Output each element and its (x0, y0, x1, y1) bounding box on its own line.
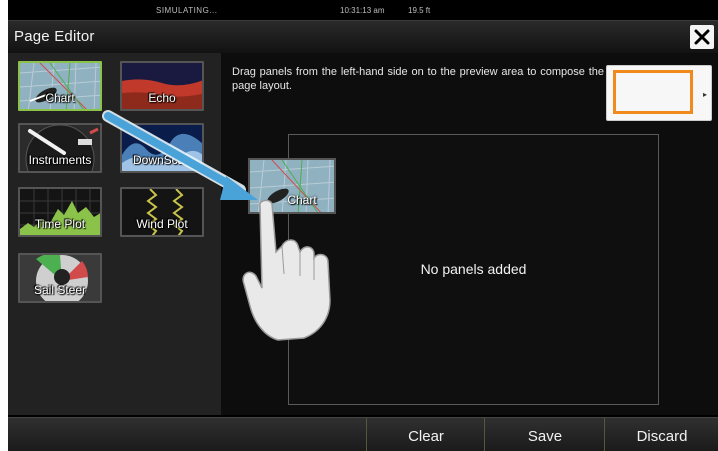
discard-button[interactable]: Discard (604, 418, 718, 451)
instructions-text: Drag panels from the left-hand side on t… (232, 66, 604, 92)
close-icon (694, 29, 710, 45)
panel-tile-chart[interactable]: Chart (18, 61, 102, 111)
panel-label: DownScan (132, 153, 192, 167)
panel-label: Time Plot (34, 217, 86, 231)
panel-tile-sail-steer[interactable]: Sail Steer (18, 253, 102, 303)
panel-tile-instruments[interactable]: Instruments (18, 123, 102, 173)
page-title: Page Editor (14, 28, 95, 45)
empty-preview-message: No panels added (420, 261, 527, 277)
save-button[interactable]: Save (484, 418, 605, 451)
panel-label: Chart (45, 91, 75, 105)
panel-label: Echo (148, 91, 176, 105)
panel-tile-time-plot[interactable]: Time Plot (18, 187, 102, 237)
depth-readout: 19.5 ft (408, 6, 431, 15)
panel-tile-downscan[interactable]: DownScan (120, 123, 204, 173)
panel-label: Sail Steer (33, 283, 87, 297)
bottom-toolbar: Clear Save Discard (8, 417, 718, 451)
close-button[interactable] (690, 25, 714, 49)
panel-list: Chart Echo Instruments DownScan Time Plo… (8, 53, 221, 415)
dropdown-icon: ▸ (702, 90, 707, 99)
title-bar: Page Editor (8, 20, 718, 54)
panel-label: Instruments (28, 153, 92, 167)
dragged-panel-label: Chart (287, 193, 317, 207)
layout-selector[interactable]: ▸ (606, 65, 712, 121)
panel-tile-echo[interactable]: Echo (120, 61, 204, 111)
dragged-panel-tile[interactable]: Chart (248, 158, 336, 214)
single-panel-layout-icon (613, 70, 693, 114)
simulating-indicator: SIMULATING... (156, 6, 218, 15)
preview-area[interactable]: No panels added (288, 134, 659, 405)
clear-button[interactable]: Clear (366, 418, 485, 451)
status-bar: SIMULATING... 10:31:13 am 19.5 ft (8, 0, 718, 20)
page-editor-screen: SIMULATING... 10:31:13 am 19.5 ft Page E… (8, 0, 718, 451)
panel-label: Wind Plot (136, 217, 188, 231)
clock: 10:31:13 am (340, 6, 385, 15)
panel-tile-wind-plot[interactable]: Wind Plot (120, 187, 204, 237)
